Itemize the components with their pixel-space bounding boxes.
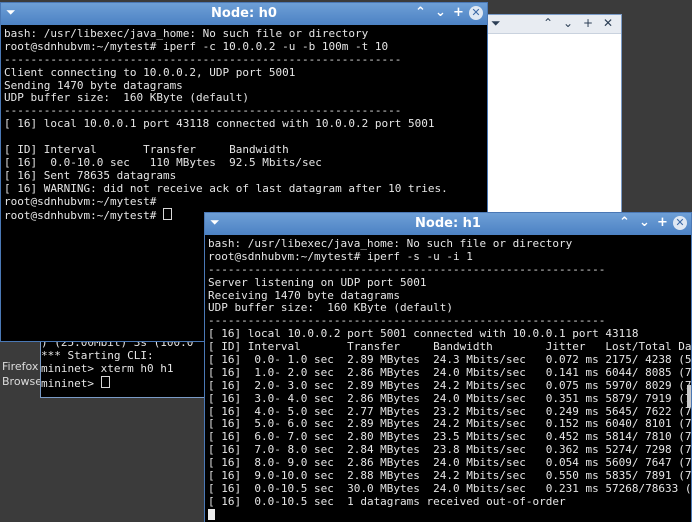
scrollbar-thumb[interactable]	[687, 385, 691, 407]
terminal-line: root@sdnhubvm:~/mytest# iperf -s -u -i 1	[208, 249, 473, 263]
terminal-line: mininet> xterm h0 h1	[41, 361, 174, 375]
window-titlebar[interactable]: ⏷ Node: h1 ⌃ ⌄ + ✕	[205, 213, 691, 235]
terminal-line: root@sdnhubvm:~/mytest# iperf -c 10.0.0.…	[4, 39, 389, 53]
close-icon[interactable]: ✕	[673, 216, 687, 230]
terminal-line: Client connecting to 10.0.0.2, UDP port …	[4, 65, 296, 79]
terminal-output[interactable]: bash: /usr/libexec/java_home: No such fi…	[205, 235, 691, 521]
terminal-line: [ 16] 9.0-10.0 sec 2.88 MBytes 24.2 Mbit…	[208, 469, 691, 483]
background-window-titlebar[interactable]: ⏷ ⌃ ⌄ + ✕	[487, 15, 621, 34]
desktop-icon-label-browse[interactable]: Browse	[2, 375, 42, 388]
terminal-line: [ 16] 0.0-10.5 sec 30.0 MBytes 24.0 Mbit…	[208, 481, 691, 495]
terminal-line: [ 16] 0.0-10.5 sec 1 datagrams received …	[208, 494, 566, 508]
terminal-cursor	[100, 375, 110, 388]
xterm-window-h1[interactable]: ⏷ Node: h1 ⌃ ⌄ + ✕ bash: /usr/libexec/ja…	[204, 212, 692, 522]
terminal-line: ----------------------------------------…	[208, 262, 606, 276]
minimize-icon[interactable]: ⌃	[543, 16, 553, 30]
terminal-line: [ 16] 0.0-10.0 sec 110 MBytes 92.5 Mbits…	[4, 155, 322, 169]
terminal-line: Server listening on UDP port 5001	[208, 275, 427, 289]
restore-icon[interactable]: ⌄	[639, 215, 650, 230]
terminal-prompt-line[interactable]: mininet>	[41, 375, 215, 390]
minimize-icon[interactable]: ⌃	[619, 215, 630, 230]
terminal-line: [ 16] WARNING: did not receive ack of la…	[4, 181, 448, 195]
terminal-line: bash: /usr/libexec/java_home: No such fi…	[4, 27, 369, 40]
restore-icon[interactable]: ⌄	[435, 5, 446, 20]
terminal-line: [ 16] local 10.0.0.1 port 43118 connecte…	[4, 117, 435, 131]
prompt-text: mininet>	[41, 376, 101, 390]
terminal-line: root@sdnhubvm:~/mytest#	[4, 194, 157, 208]
terminal-line: *** Starting CLI:	[41, 348, 154, 362]
maximize-icon[interactable]: +	[453, 5, 464, 20]
terminal-line: [ ID] Interval Transfer Bandwidth	[4, 143, 289, 157]
close-icon[interactable]: ✕	[469, 6, 483, 20]
terminal-line: [ 16] 2.0- 3.0 sec 2.89 MBytes 24.2 Mbit…	[208, 378, 691, 392]
mininet-terminal[interactable]: ) (25.00Mbit) 3s (100.0 *** Starting CLI…	[40, 336, 216, 398]
window-titlebar[interactable]: ⏷ Node: h0 ⌃ ⌄ + ✕	[1, 3, 487, 25]
terminal-line: [ 16] 0.0- 1.0 sec 2.89 MBytes 24.3 Mbit…	[208, 353, 691, 367]
maximize-icon[interactable]: +	[583, 16, 593, 30]
menu-icon[interactable]: ⏷	[491, 16, 501, 31]
prompt-text: root@sdnhubvm:~/mytest#	[4, 209, 163, 223]
minimize-icon[interactable]: ⌃	[415, 5, 426, 20]
terminal-line: [ 16] 3.0- 4.0 sec 2.86 MBytes 24.0 Mbit…	[208, 391, 691, 405]
desktop-icon-label-firefox[interactable]: Firefox	[2, 360, 38, 373]
close-icon[interactable]: ✕	[603, 16, 613, 30]
terminal-cursor	[162, 208, 172, 221]
terminal-line: bash: /usr/libexec/java_home: No such fi…	[208, 237, 573, 250]
terminal-line: [ 16] Sent 78635 datagrams	[4, 168, 177, 182]
maximize-icon[interactable]: +	[657, 215, 668, 230]
restore-icon[interactable]: ⌄	[563, 16, 573, 30]
terminal-cursor	[208, 508, 215, 520]
terminal-line: [ 16] 1.0- 2.0 sec 2.86 MBytes 24.0 Mbit…	[208, 365, 691, 379]
terminal-prompt-line[interactable]	[208, 508, 691, 521]
terminal-line: ----------------------------------------…	[4, 52, 402, 66]
